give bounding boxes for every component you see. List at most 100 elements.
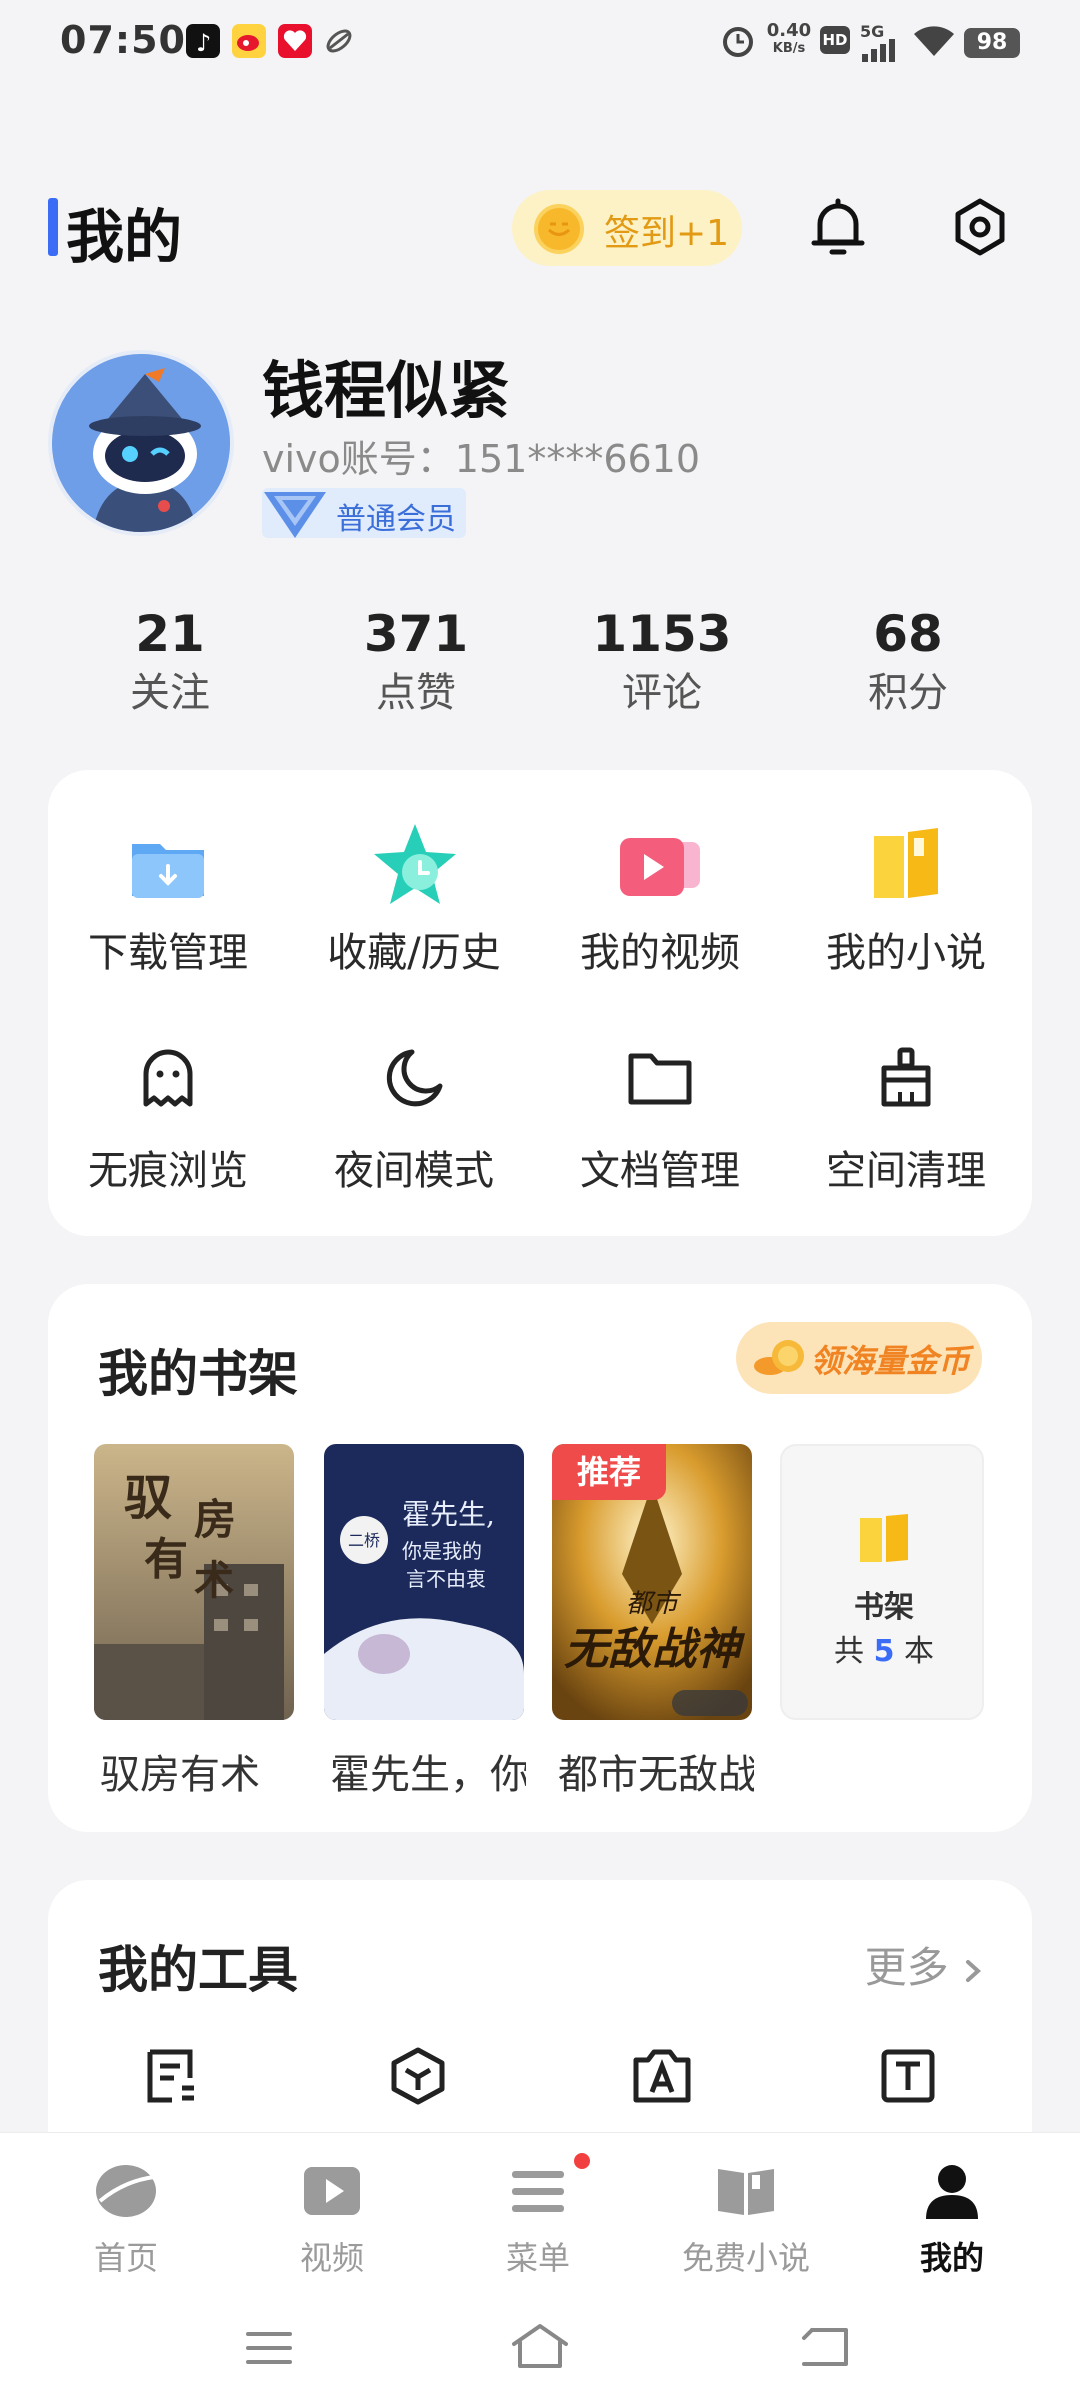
- nav-profile[interactable]: 我的: [844, 2155, 1060, 2281]
- nav-menu[interactable]: 菜单: [430, 2153, 646, 2281]
- battery-indicator: 98: [964, 28, 1020, 58]
- svg-text:你是我的: 你是我的: [402, 1539, 482, 1563]
- play-icon: [304, 2167, 360, 2215]
- red-app-icon: [278, 24, 312, 58]
- grid-favorites-history[interactable]: 收藏/历史: [294, 824, 534, 976]
- nav-home[interactable]: 首页: [18, 2155, 234, 2281]
- stat-follow[interactable]: 21 关注: [70, 604, 270, 722]
- shelf-book-icon: [860, 1514, 908, 1562]
- nav-label: 菜单: [505, 2239, 570, 2277]
- nav-free-novels[interactable]: 免费小说: [638, 2155, 854, 2281]
- svg-text:无敌战神: 无敌战神: [564, 1624, 746, 1675]
- my-page: 07:50 ♪ 0.40 KB/s HD 5G 98 我的 签到+1 钱程似紧 …: [0, 0, 1080, 2408]
- user-name: 钱程似紧: [262, 354, 511, 427]
- open-book-icon: [718, 2169, 774, 2215]
- note-edit-icon[interactable]: [142, 2046, 202, 2106]
- moon-icon: [386, 1049, 443, 1107]
- stat-label: 评论: [622, 670, 702, 716]
- back-system-icon[interactable]: [798, 2324, 854, 2370]
- svg-text:房: 房: [194, 1495, 236, 1544]
- stat-label: 关注: [130, 670, 210, 716]
- broom-icon: [881, 1047, 931, 1107]
- grid-document-manager[interactable]: 文档管理: [540, 1046, 780, 1194]
- folder-icon: [628, 1053, 692, 1105]
- svg-text:言不由衷: 言不由衷: [406, 1567, 486, 1591]
- shelf-title: 书架: [854, 1590, 914, 1625]
- avatar[interactable]: [48, 350, 234, 536]
- signin-label: 签到+1: [604, 213, 730, 254]
- status-time: 07:50: [60, 18, 186, 62]
- alarm-icon: [723, 27, 753, 57]
- stat-likes[interactable]: 371 点赞: [316, 604, 516, 722]
- svg-text:♪: ♪: [196, 29, 211, 57]
- net-speed: 0.40 KB/s: [766, 20, 812, 57]
- vip-label: 普通会员: [336, 502, 456, 537]
- gold-coins-button[interactable]: 领海量金币: [736, 1322, 982, 1394]
- recommend-badge: 推荐: [552, 1444, 666, 1500]
- star-clock-icon: [374, 824, 456, 904]
- tools-more-link[interactable]: 更多: [865, 1934, 984, 1995]
- stat-points[interactable]: 68 积分: [808, 604, 1008, 722]
- book-title: 都市无敌战神: [558, 1752, 754, 1798]
- menu-icon: [512, 2171, 564, 2212]
- bookshelf-title: 我的书架: [98, 1345, 298, 1403]
- grid-label: 文档管理: [580, 1148, 740, 1194]
- grid-download-manager[interactable]: 下载管理: [48, 826, 288, 976]
- book-title: 驭房有术: [100, 1752, 260, 1798]
- tiktok-app-icon: ♪: [186, 24, 220, 58]
- status-bar: 07:50 ♪ 0.40 KB/s HD 5G 98: [0, 0, 1080, 84]
- svg-text:有: 有: [144, 1534, 188, 1585]
- membership-badge[interactable]: 普通会员: [262, 488, 466, 538]
- recent-apps-icon[interactable]: [244, 2328, 294, 2368]
- stat-label: 积分: [868, 670, 948, 716]
- nav-label: 视频: [299, 2239, 364, 2277]
- grid-label: 收藏/历史: [327, 930, 501, 976]
- grid-night-mode[interactable]: 夜间模式: [294, 1046, 534, 1194]
- home-leaf-icon: [96, 2165, 156, 2217]
- more-label: 更多: [864, 1943, 949, 1992]
- cover-title-char: 驭: [124, 1470, 172, 1526]
- chevron-right-icon: [966, 1959, 981, 1982]
- vip-diamond-icon: [264, 492, 326, 538]
- book-title: 霍先生，你是我的言不由衷: [330, 1752, 526, 1798]
- text-recognition-icon[interactable]: [878, 2046, 938, 2106]
- page-title: 我的: [66, 203, 183, 271]
- grid-label: 夜间模式: [334, 1148, 494, 1194]
- grid-label: 我的视频: [580, 930, 740, 976]
- stat-value: 1153: [592, 605, 732, 663]
- stat-comments[interactable]: 1153 评论: [562, 604, 762, 722]
- signin-button[interactable]: 签到+1: [512, 190, 742, 266]
- tools-title: 我的工具: [98, 1941, 298, 1999]
- cube-icon[interactable]: [388, 2046, 448, 2106]
- hd-badge: HD: [820, 26, 850, 54]
- book-cover: 都市 无敌战神 推荐: [552, 1444, 752, 1720]
- account-id: vivo账号：151****6610: [262, 437, 701, 481]
- stat-label: 点赞: [376, 670, 456, 716]
- grid-label: 我的小说: [826, 930, 986, 976]
- svg-text:术: 术: [194, 1557, 234, 1604]
- bottom-nav: 首页 视频 菜单 免费小说 我的: [0, 2132, 1080, 2282]
- home-system-icon[interactable]: [510, 2322, 570, 2370]
- nav-video[interactable]: 视频: [224, 2155, 440, 2281]
- nav-label: 首页: [93, 2239, 158, 2277]
- grid-my-novels[interactable]: 我的小说: [786, 826, 1026, 976]
- shelf-summary-card[interactable]: 书架 共 5 本: [780, 1444, 984, 1720]
- download-folder-icon: [132, 844, 204, 898]
- stat-value: 68: [873, 605, 943, 663]
- book-cover: 驭 房 有 术: [94, 1444, 294, 1720]
- camera-text-icon[interactable]: [630, 2046, 694, 2106]
- ghost-icon: [143, 1049, 193, 1107]
- bell-icon[interactable]: [808, 196, 868, 260]
- shelf-count: 共 5 本: [834, 1634, 934, 1669]
- grid-incognito[interactable]: 无痕浏览: [48, 1046, 288, 1194]
- svg-text:都市: 都市: [626, 1589, 682, 1619]
- coins-icon: [754, 1340, 804, 1375]
- settings-icon[interactable]: [950, 196, 1010, 260]
- wifi-icon: [914, 26, 954, 56]
- grid-my-videos[interactable]: 我的视频: [540, 826, 780, 976]
- grid-space-cleanup[interactable]: 空间清理: [786, 1046, 1026, 1194]
- signal-icon: [862, 39, 895, 62]
- quick-actions-card: 下载管理 收藏/历史 我的视频 我的小说 无痕浏览 夜间模式 文档管理 空间清理: [48, 770, 1032, 1236]
- system-nav-bar: [0, 2282, 1080, 2408]
- bookshelf-card: 我的书架 领海量金币 驭 房 有 术 驭房有术 二桥 霍先生, 你是我的 言不由…: [48, 1284, 1032, 1832]
